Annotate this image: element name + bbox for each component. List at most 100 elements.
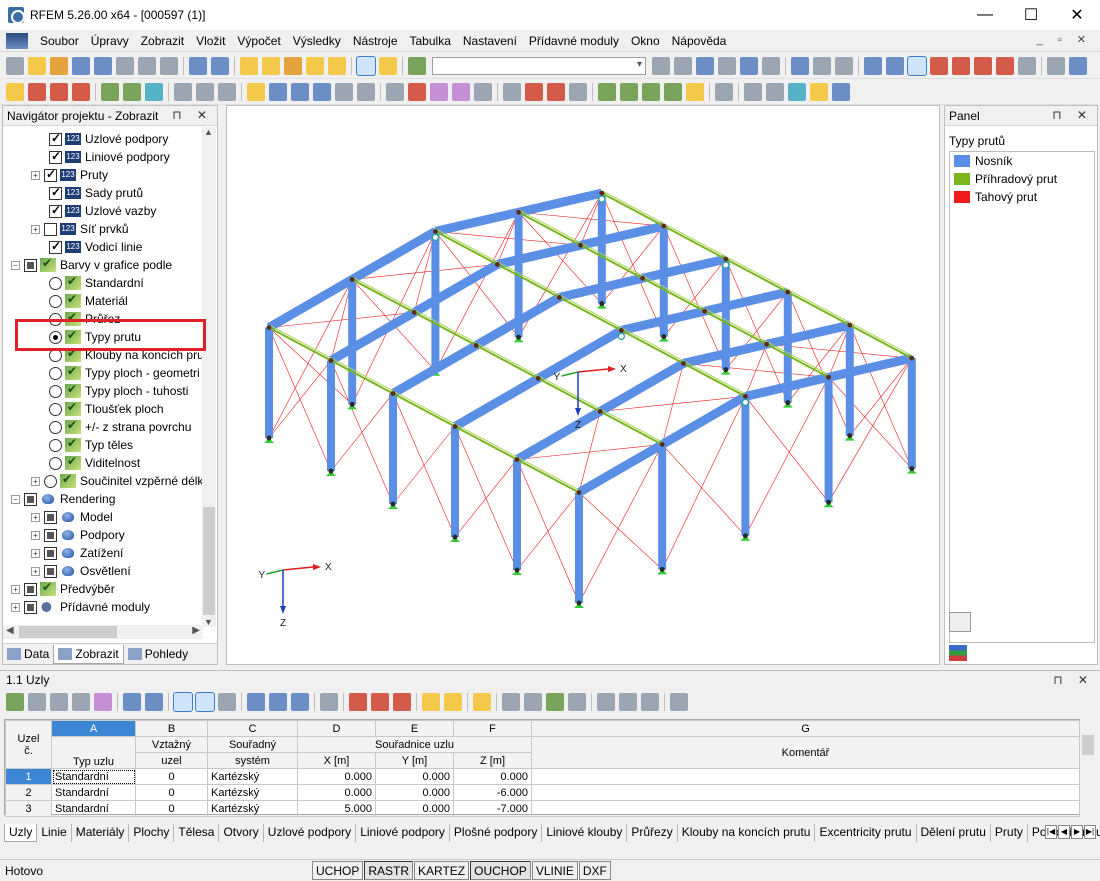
- node[interactable]: [640, 275, 645, 281]
- cell-y[interactable]: 0.000: [375, 784, 454, 801]
- node[interactable]: [495, 262, 500, 267]
- member-list-icon[interactable]: [503, 82, 521, 101]
- table-tab-3[interactable]: Plochy: [129, 824, 175, 842]
- node[interactable]: [514, 457, 520, 462]
- table-tab-0[interactable]: Uzly: [4, 824, 38, 842]
- tree-item[interactable]: 123 Liniové podpory: [49, 148, 170, 166]
- axis-label-x[interactable]: X: [620, 364, 627, 375]
- node[interactable]: [681, 361, 686, 366]
- rotate-icon[interactable]: [284, 56, 302, 75]
- status-toggle-uchop[interactable]: UCHOP: [312, 861, 364, 880]
- group-checkbox[interactable]: [24, 258, 37, 272]
- table-settings-icon[interactable]: [524, 693, 542, 711]
- cell-coord-system[interactable]: Kartézský: [207, 768, 298, 785]
- item-radio[interactable]: [49, 294, 62, 308]
- tree-item[interactable]: 123 Vodicí linie: [49, 238, 142, 256]
- status-toggle-ouchop[interactable]: OUCHOP: [470, 861, 531, 880]
- view-y-icon[interactable]: [952, 56, 970, 75]
- tension-member[interactable]: [516, 459, 580, 604]
- tree-item[interactable]: Typy ploch - geometri: [49, 364, 200, 382]
- new-opening-icon[interactable]: [145, 82, 163, 101]
- next-tab-icon[interactable]: ▶: [1071, 825, 1083, 839]
- node[interactable]: [659, 442, 665, 447]
- close-button[interactable]: ✕: [1054, 0, 1100, 30]
- table-refresh-icon[interactable]: [218, 693, 236, 711]
- column-letter-e[interactable]: E: [375, 720, 454, 737]
- column-letter-b[interactable]: B: [135, 720, 208, 737]
- item-radio[interactable]: [49, 330, 62, 344]
- tree-item[interactable]: Viditelnost: [49, 454, 140, 472]
- table-tab-9[interactable]: Liniové klouby: [542, 824, 628, 842]
- hinge-icon[interactable]: [218, 82, 236, 101]
- save-icon[interactable]: [94, 56, 112, 75]
- menu-item-9[interactable]: Přídavné moduly: [523, 34, 625, 48]
- collapse-icon[interactable]: −: [11, 494, 20, 504]
- expand-icon[interactable]: +: [31, 530, 40, 540]
- tension-member[interactable]: [849, 324, 913, 469]
- status-toggle-rastr[interactable]: RASTR: [364, 861, 414, 880]
- table-tab-5[interactable]: Otvory: [219, 824, 264, 842]
- panel-pin-close[interactable]: ⊓ ✕: [1052, 108, 1093, 122]
- table-move-left-icon[interactable]: [371, 693, 389, 711]
- cell-node-type[interactable]: Standardní: [51, 800, 136, 817]
- select-icon[interactable]: [1047, 56, 1065, 75]
- purlin-edge[interactable]: [351, 276, 663, 443]
- tab-views[interactable]: Pohledy: [124, 645, 192, 664]
- tree-item[interactable]: Klouby na koncích prut: [49, 346, 203, 364]
- node[interactable]: [661, 334, 667, 340]
- table-tab-14[interactable]: Pruty: [991, 824, 1028, 842]
- tree-item[interactable]: Typy ploch - tuhosti: [49, 382, 188, 400]
- line-support-icon[interactable]: [196, 82, 214, 101]
- node[interactable]: [599, 301, 605, 307]
- visibility-by-icon[interactable]: [452, 82, 470, 101]
- table-move-right-icon[interactable]: [393, 693, 411, 711]
- cell-y[interactable]: 0.000: [375, 768, 454, 785]
- values-icon[interactable]: [718, 56, 736, 75]
- group-checkbox[interactable]: [44, 510, 57, 524]
- model-viewport[interactable]: X Y Z X Y Z: [226, 105, 940, 665]
- table-tab-7[interactable]: Liniové podpory: [356, 824, 450, 842]
- item-radio[interactable]: [49, 366, 62, 380]
- node[interactable]: [266, 325, 272, 330]
- node[interactable]: [743, 394, 748, 399]
- zoom-window-icon[interactable]: [886, 56, 904, 75]
- next-icon[interactable]: [674, 56, 692, 75]
- new-node-icon[interactable]: [6, 82, 24, 101]
- node[interactable]: [452, 424, 458, 429]
- status-toggle-dxf[interactable]: DXF: [578, 861, 611, 880]
- tree-item[interactable]: + Přídavné moduly: [11, 598, 150, 616]
- row-number[interactable]: 1: [5, 768, 52, 785]
- maximize-button[interactable]: ☐: [1008, 0, 1054, 30]
- tree-item[interactable]: + Předvýběr: [11, 580, 115, 598]
- print-preview-icon[interactable]: [138, 56, 156, 75]
- menu-item-0[interactable]: Soubor: [34, 34, 85, 48]
- tree-item[interactable]: Standardní: [49, 274, 144, 292]
- x-axis-arrow[interactable]: [577, 368, 609, 373]
- node[interactable]: [576, 490, 582, 495]
- nodes-view-icon[interactable]: [832, 82, 850, 101]
- tab-data[interactable]: Data: [3, 645, 53, 664]
- table-sort-icon[interactable]: [94, 693, 112, 711]
- tension-member[interactable]: [392, 393, 456, 538]
- item-radio[interactable]: [49, 312, 62, 326]
- column-letter-d[interactable]: D: [297, 720, 376, 737]
- tension-member[interactable]: [268, 327, 332, 472]
- node[interactable]: [328, 358, 334, 363]
- table-tab-12[interactable]: Excentricity prutu: [815, 824, 917, 842]
- z-arrowhead[interactable]: [575, 408, 581, 416]
- node[interactable]: [909, 466, 915, 472]
- table-tab-13[interactable]: Dělení prutu: [917, 824, 991, 842]
- tree-item[interactable]: Materiál: [49, 292, 128, 310]
- menu-item-6[interactable]: Nástroje: [347, 34, 404, 48]
- cell-z[interactable]: 0.000: [453, 768, 532, 785]
- group-checkbox[interactable]: [44, 546, 57, 560]
- table-vertical-scrollbar[interactable]: [1081, 719, 1095, 815]
- table-tab-10[interactable]: Průřezy: [627, 824, 678, 842]
- tension-member[interactable]: [828, 357, 913, 503]
- node[interactable]: [659, 566, 665, 572]
- results-icon[interactable]: [696, 56, 714, 75]
- node[interactable]: [473, 343, 479, 348]
- item-checkbox[interactable]: [49, 185, 62, 200]
- column-letter-c[interactable]: C: [207, 720, 298, 737]
- item-checkbox[interactable]: [49, 131, 62, 146]
